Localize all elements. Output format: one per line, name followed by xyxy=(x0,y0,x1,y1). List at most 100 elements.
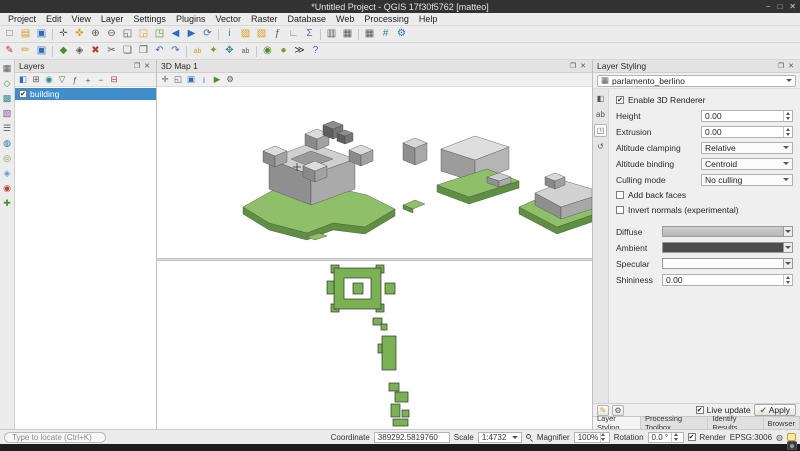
rotation-spinbox[interactable]: 0.0 ° xyxy=(648,432,684,443)
menu-plugins[interactable]: Plugins xyxy=(171,14,211,24)
minimize-button[interactable]: − xyxy=(766,2,771,11)
dock-panel-icon[interactable]: ❐ xyxy=(132,61,142,71)
pan-to-selection-icon[interactable]: ✜ xyxy=(72,27,87,42)
python-console-icon[interactable]: ≫ xyxy=(292,44,307,59)
new-project-icon[interactable]: □ xyxy=(2,27,17,42)
pin-labels-icon[interactable]: ✦ xyxy=(206,44,221,59)
altitude-binding-select[interactable]: Centroid xyxy=(701,158,793,170)
tab-symbology[interactable]: ◧ xyxy=(594,92,607,105)
map-canvas[interactable] xyxy=(157,261,592,429)
plugin-icon[interactable]: ◉ xyxy=(260,44,275,59)
filter-by-expression-icon[interactable]: ƒ xyxy=(69,74,81,86)
open-project-icon[interactable]: ▤ xyxy=(18,27,33,42)
invert-normals-checkbox[interactable] xyxy=(616,206,624,214)
processing-toolbox-icon[interactable]: ⚙ xyxy=(394,27,409,42)
zoom-full-3d-icon[interactable]: ◱ xyxy=(172,74,184,86)
messages-icon[interactable] xyxy=(787,433,796,441)
new-layout-icon[interactable]: ▥ xyxy=(324,27,339,42)
save-project-icon[interactable]: ▣ xyxy=(34,27,49,42)
add-raster-layer-icon[interactable]: ▩ xyxy=(1,92,14,105)
menu-layer[interactable]: Layer xyxy=(96,14,129,24)
camera-control-icon[interactable]: ✛ xyxy=(159,74,171,86)
menu-help[interactable]: Help xyxy=(414,14,443,24)
redo-icon[interactable]: ↷ xyxy=(168,44,183,59)
manage-map-themes-icon[interactable]: ◉ xyxy=(43,74,55,86)
zoom-last-icon[interactable]: ◀ xyxy=(168,27,183,42)
statistical-summary-icon[interactable]: Σ xyxy=(302,27,317,42)
height-spinbox[interactable]: 0.00 xyxy=(701,110,793,122)
dock-panel-icon[interactable]: ❐ xyxy=(568,61,578,71)
deselect-features-icon[interactable]: ▧ xyxy=(254,27,269,42)
enable-3d-renderer-checkbox[interactable]: ✔ xyxy=(616,96,624,104)
add-spatialite-layer-icon[interactable]: ◎ xyxy=(1,152,14,165)
change-label-icon[interactable]: ab xyxy=(238,44,253,59)
toggle-editing-icon[interactable]: ✏ xyxy=(18,44,33,59)
paste-features-icon[interactable]: ❐ xyxy=(136,44,151,59)
menu-view[interactable]: View xyxy=(67,14,96,24)
move-label-icon[interactable]: ✥ xyxy=(222,44,237,59)
layer-item-building[interactable]: ✔ building xyxy=(15,88,156,100)
attribute-table-icon[interactable]: ▦ xyxy=(362,27,377,42)
spin-down-icon[interactable] xyxy=(784,132,792,137)
system-tray-icon[interactable] xyxy=(787,441,797,450)
spin-down-icon[interactable] xyxy=(784,280,792,285)
animation-icon[interactable]: ▶ xyxy=(211,74,223,86)
tab-layer-styling[interactable]: Layer Styling xyxy=(593,417,641,429)
layer-labeling-icon[interactable]: ab xyxy=(190,44,205,59)
styling-layer-select[interactable]: ▦ parlamento_berlino xyxy=(597,75,796,87)
collapse-all-icon[interactable]: − xyxy=(95,74,107,86)
current-edits-icon[interactable]: ✎ xyxy=(2,44,17,59)
zoom-out-icon[interactable]: ⊖ xyxy=(104,27,119,42)
field-calculator-icon[interactable]: # xyxy=(378,27,393,42)
altitude-clamping-select[interactable]: Relative xyxy=(701,142,793,154)
specular-color-button[interactable] xyxy=(662,258,793,269)
menu-processing[interactable]: Processing xyxy=(359,14,414,24)
zoom-full-icon[interactable]: ◱ xyxy=(120,27,135,42)
add-mesh-layer-icon[interactable]: ▧ xyxy=(1,107,14,120)
layout-manager-icon[interactable]: ▦ xyxy=(340,27,355,42)
new-shapefile-icon[interactable]: ✚ xyxy=(1,197,14,210)
menu-edit[interactable]: Edit xyxy=(41,14,67,24)
cut-features-icon[interactable]: ✂ xyxy=(104,44,119,59)
spin-down-icon[interactable] xyxy=(672,437,680,442)
magnifier-spinbox[interactable]: 100% xyxy=(574,432,610,443)
add-back-faces-checkbox[interactable] xyxy=(616,191,624,199)
add-vector-layer-icon[interactable]: ◇ xyxy=(1,77,14,90)
layer-tree[interactable]: ✔ building xyxy=(15,87,156,429)
menu-vector[interactable]: Vector xyxy=(210,14,246,24)
tab-labels[interactable]: ab xyxy=(594,108,607,121)
save-edits-icon[interactable]: ▣ xyxy=(34,44,49,59)
ambient-color-button[interactable] xyxy=(662,242,793,253)
coordinate-box[interactable]: 389292.5819760 xyxy=(374,432,450,443)
close-button[interactable]: ✕ xyxy=(789,2,796,11)
refresh-map-icon[interactable]: ⟳ xyxy=(200,27,215,42)
data-source-manager-icon[interactable]: ▦ xyxy=(1,62,14,75)
menu-settings[interactable]: Settings xyxy=(128,14,171,24)
vertex-tool-icon[interactable]: ◈ xyxy=(72,44,87,59)
add-group-icon[interactable]: ⊞ xyxy=(30,74,42,86)
close-panel-icon[interactable]: ✕ xyxy=(786,61,796,71)
tab-processing-toolbox[interactable]: Processing Toolbox xyxy=(641,417,708,429)
undo-icon[interactable]: ↶ xyxy=(152,44,167,59)
scale-select[interactable]: 1:4732 xyxy=(478,432,522,443)
pan-map-icon[interactable]: ✛ xyxy=(56,27,71,42)
open-layer-styling-icon[interactable]: ◧ xyxy=(17,74,29,86)
render-checkbox[interactable]: ✔ xyxy=(688,433,696,441)
culling-mode-select[interactable]: No culling xyxy=(701,174,793,186)
chevron-down-icon[interactable] xyxy=(783,227,792,236)
select-by-expression-icon[interactable]: ƒ xyxy=(270,27,285,42)
menu-project[interactable]: Project xyxy=(3,14,41,24)
expand-all-icon[interactable]: + xyxy=(82,74,94,86)
layer-visibility-checkbox[interactable]: ✔ xyxy=(19,90,27,98)
maximize-button[interactable]: □ xyxy=(777,2,782,11)
extrusion-spinbox[interactable]: 0.00 xyxy=(701,126,793,138)
plugin-icon[interactable]: ● xyxy=(276,44,291,59)
add-wms-layer-icon[interactable]: ◈ xyxy=(1,167,14,180)
add-feature-icon[interactable]: ◆ xyxy=(56,44,71,59)
menu-database[interactable]: Database xyxy=(283,14,332,24)
help-icon[interactable]: ? xyxy=(308,44,323,59)
options-3d-icon[interactable]: ⚙ xyxy=(224,74,236,86)
remove-layer-icon[interactable]: ⊟ xyxy=(108,74,120,86)
delete-selected-icon[interactable]: ✖ xyxy=(88,44,103,59)
tab-3d-view[interactable]: ◳ xyxy=(594,124,607,137)
